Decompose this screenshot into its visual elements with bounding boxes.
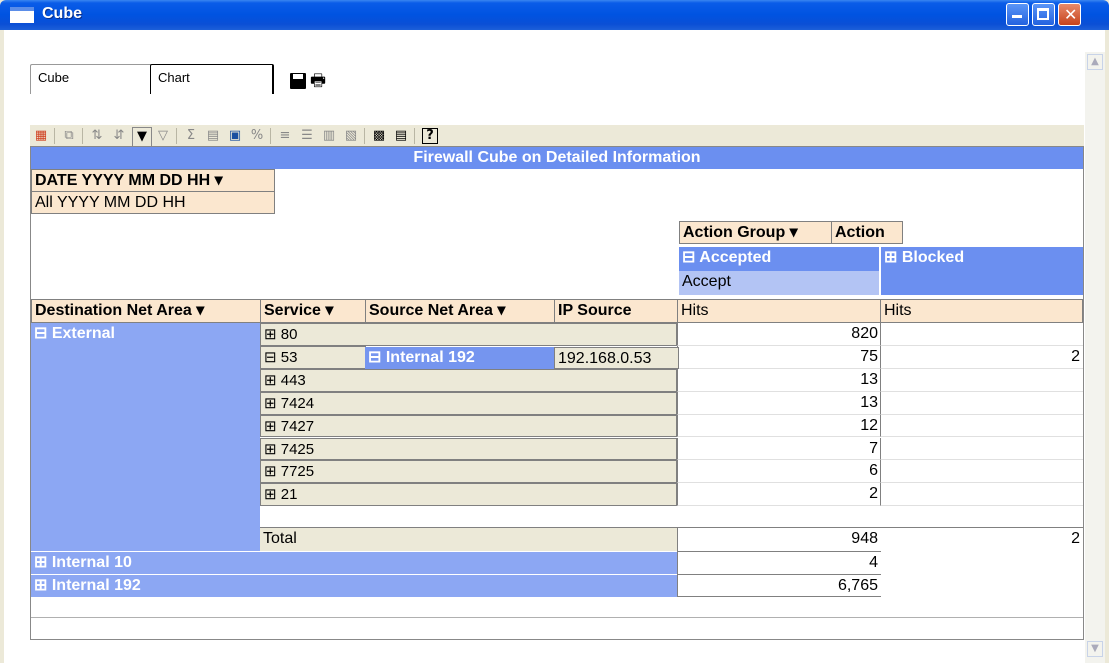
window-title: Cube — [42, 5, 82, 22]
row-group-internal-192[interactable]: ⊞ Internal 192 — [31, 574, 677, 597]
service-row-blocked — [880, 368, 1083, 392]
service-row-hits: 820 — [677, 323, 881, 346]
internal-10-hits: 4 — [677, 551, 881, 574]
service-row-hits: 6 — [677, 460, 881, 484]
help-icon[interactable]: ? — [422, 128, 438, 144]
service-row-hits: 75 — [677, 345, 881, 369]
source-net-internal-192[interactable]: ⊟ Internal 192 — [365, 347, 557, 369]
copy-icon[interactable]: ⧉ — [60, 127, 78, 145]
filter-field-date[interactable]: DATE YYYY MM DD HH ▾ — [31, 169, 275, 192]
notes-icon[interactable]: ▤ — [392, 127, 410, 145]
filter-off-icon[interactable]: ▽ — [154, 127, 172, 145]
service-row-blocked — [880, 460, 1083, 484]
service-row-hits: 7 — [677, 437, 881, 461]
title-bar[interactable]: Cube ✕ — [0, 0, 1109, 30]
sort-asc-icon[interactable]: ⇅ — [88, 127, 106, 145]
cube-icon[interactable]: ▦ — [32, 127, 50, 145]
scroll-up-icon[interactable]: ▲ — [1087, 54, 1103, 70]
scroll-down-icon[interactable]: ▼ — [1087, 641, 1103, 657]
window-icon — [10, 7, 34, 23]
service-row-hits: 13 — [677, 391, 881, 415]
row-field-service[interactable]: Service ▾ — [260, 299, 366, 323]
cols-icon[interactable]: ≡ — [276, 127, 294, 145]
total-hits: 948 — [677, 527, 881, 551]
service-row-blocked — [880, 323, 1083, 346]
sum-icon[interactable]: Σ — [182, 127, 200, 145]
calculator-icon[interactable]: ▣ — [226, 127, 244, 145]
export-icon[interactable]: ▩ — [370, 127, 388, 145]
row-group-external[interactable]: ⊟ External — [31, 323, 260, 551]
service-row-label[interactable]: ⊞ 21 — [260, 483, 677, 507]
maximize-button[interactable] — [1032, 3, 1055, 26]
filter-value[interactable]: All YYYY MM DD HH — [31, 191, 275, 214]
rows-icon[interactable]: ☰ — [298, 127, 316, 145]
row-field-ip-source[interactable]: IP Source — [554, 299, 679, 323]
pivot-grid: Firewall Cube on Detailed Information DA… — [30, 146, 1084, 640]
service-row-hits: 13 — [677, 368, 881, 392]
col-field-action[interactable]: Action — [831, 221, 903, 244]
service-row-blocked — [880, 391, 1083, 415]
vertical-scrollbar[interactable]: ▲ ▼ — [1085, 52, 1105, 663]
col-blocked[interactable]: ⊞ Blocked — [881, 247, 1083, 295]
measure-hits-blocked: Hits — [880, 299, 1083, 323]
grid-bottom-divider — [31, 617, 1083, 618]
percent-icon[interactable]: % — [248, 127, 266, 145]
service-row-label[interactable]: ⊞ 7427 — [260, 414, 677, 438]
chart-icon[interactable]: ▤ — [204, 127, 222, 145]
row-field-destination[interactable]: Destination Net Area ▾ — [31, 299, 261, 323]
service-row-blocked — [880, 437, 1083, 461]
service-row-label[interactable]: ⊞ 7425 — [260, 437, 677, 461]
col-accepted[interactable]: ⊟ Accepted — [679, 247, 879, 271]
row-group-internal-10[interactable]: ⊞ Internal 10 — [31, 551, 677, 574]
filter-icon[interactable]: ▼ — [132, 127, 152, 147]
close-button[interactable]: ✕ — [1058, 3, 1081, 26]
service-row-blocked: 2 — [880, 345, 1083, 369]
service-row-label[interactable]: ⊞ 7424 — [260, 391, 677, 415]
expand-icon[interactable]: ▥ — [320, 127, 338, 145]
service-row-label[interactable]: ⊞ 7725 — [260, 460, 677, 484]
sort-desc-icon[interactable]: ⇵ — [110, 127, 128, 145]
row-field-source-net-area[interactable]: Source Net Area ▾ — [365, 299, 555, 323]
tab-cube[interactable]: Cube — [30, 64, 152, 94]
pivot-title: Firewall Cube on Detailed Information — [31, 147, 1083, 169]
cube-window: Cube ✕ ▲ ▼ Cube Chart 🖶 ▦ ⧉ ⇅ ⇵ ▼ ▽ Σ ▤ … — [0, 0, 1109, 663]
service-row-label[interactable]: ⊞ 80 — [260, 323, 677, 346]
service-row-blocked — [880, 483, 1083, 507]
service-row-label[interactable]: ⊞ 443 — [260, 368, 677, 392]
toolbar: ▦ ⧉ ⇅ ⇵ ▼ ▽ Σ ▤ ▣ % ≡ ☰ ▥ ▧ ▩ ▤ ? — [30, 125, 1084, 147]
total-label: Total — [260, 527, 677, 551]
tab-chart[interactable]: Chart — [150, 64, 274, 94]
print-icon[interactable]: 🖶 — [310, 73, 326, 90]
close-icon: ✕ — [1064, 5, 1078, 24]
service-row-label[interactable]: ⊟ 53 — [260, 345, 366, 369]
ip-source-value: 192.168.0.53 — [554, 347, 679, 369]
service-row-hits: 12 — [677, 414, 881, 438]
service-row-hits: 2 — [677, 483, 881, 507]
internal-192-hits: 6,765 — [677, 574, 881, 597]
service-row-blocked — [880, 414, 1083, 438]
total-blocked: 2 — [880, 527, 1083, 551]
measure-hits-accepted: Hits — [677, 299, 881, 323]
save-icon[interactable] — [290, 73, 306, 89]
minimize-button[interactable] — [1006, 3, 1029, 26]
collapse-icon[interactable]: ▧ — [342, 127, 360, 145]
col-accept[interactable]: Accept — [679, 271, 879, 295]
